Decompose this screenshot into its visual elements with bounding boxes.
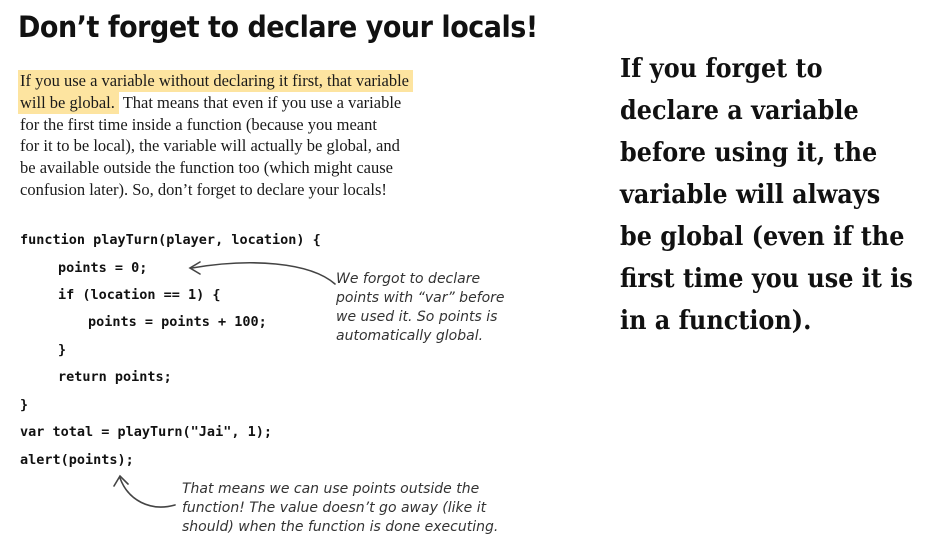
arrow-to-alert-icon	[119, 477, 176, 508]
callout-text: If you forget to declare a variable befo…	[620, 54, 913, 336]
arrow-to-points-icon	[191, 262, 336, 285]
